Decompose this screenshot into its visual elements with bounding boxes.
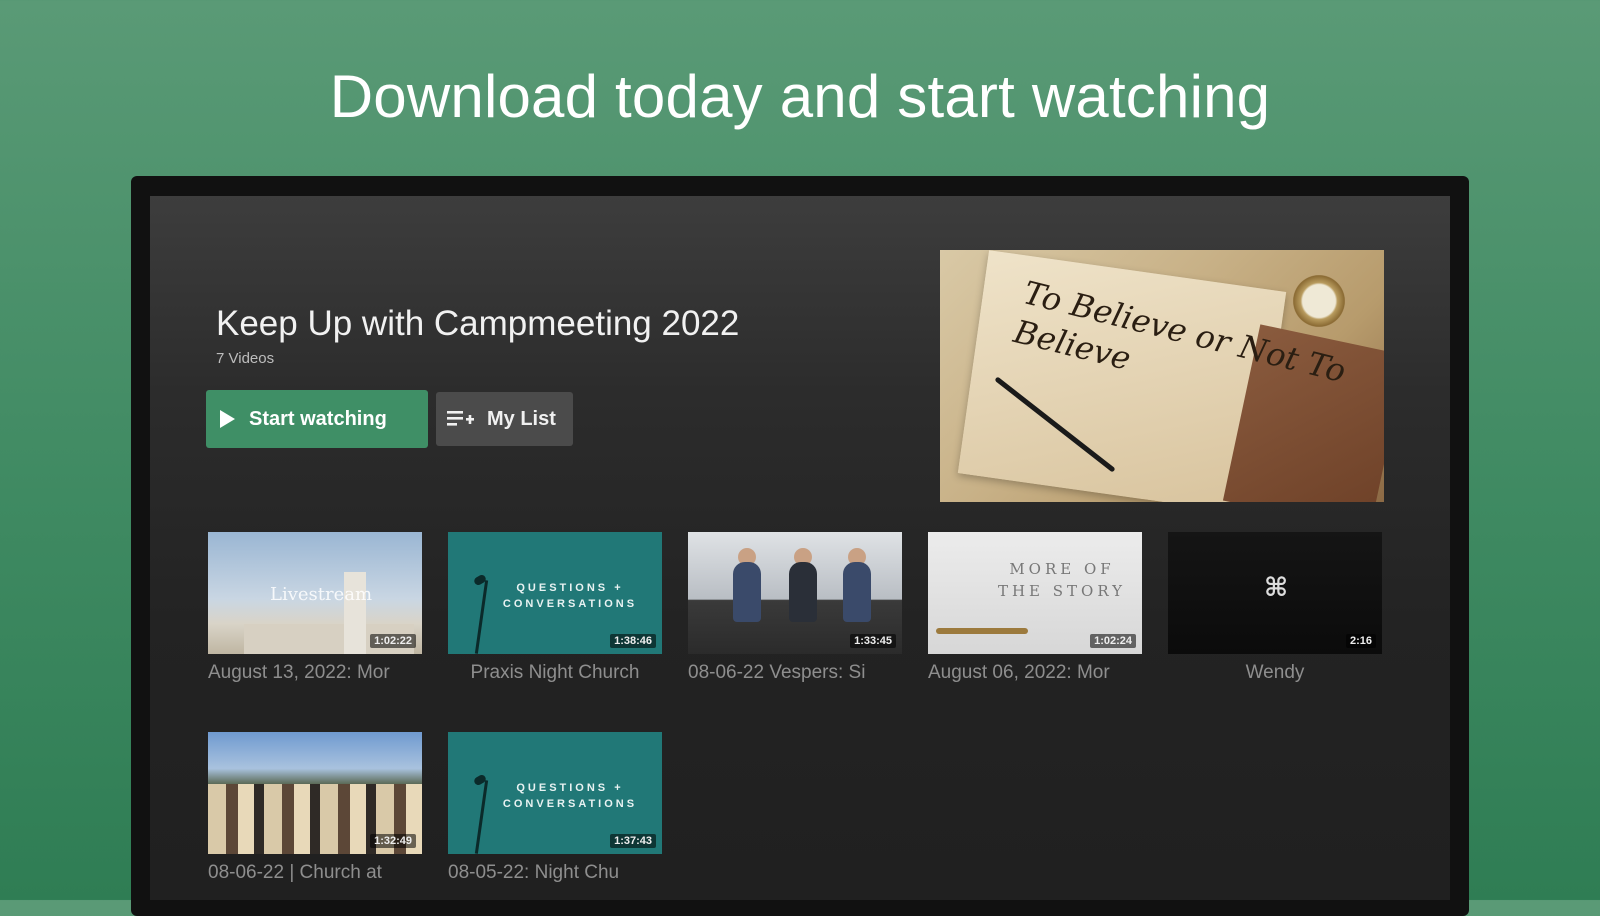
headline: Download today and start watching	[329, 63, 1271, 130]
thumb-text: QUESTIONS + CONVERSATIONS	[502, 782, 638, 810]
video-thumbnail: 1:33:45	[688, 532, 902, 654]
video-title: August 06, 2022: Mor	[928, 662, 1110, 683]
video-thumbnail: QUESTIONS + CONVERSATIONS 1:37:43	[448, 732, 662, 854]
start-watching-label: Start watching	[249, 407, 387, 430]
featured-artwork[interactable]: To Believe or Not To Believe	[940, 250, 1384, 502]
video-title: 08-05-22: Night Chu	[448, 862, 620, 883]
tv-screen: Keep Up with Campmeeting 2022 7 Videos S…	[150, 196, 1450, 900]
microphone-icon	[474, 780, 489, 854]
thumb-text: Livestream	[270, 584, 373, 605]
video-thumbnail: ⌘ 2:16	[1168, 532, 1382, 654]
duration-badge: 1:33:45	[850, 634, 896, 648]
video-thumbnail: QUESTIONS + CONVERSATIONS 1:38:46	[448, 532, 662, 654]
person-figure	[789, 562, 817, 622]
microphone-icon	[474, 580, 489, 654]
video-thumbnail: 1:32:49	[208, 732, 422, 854]
video-title: 08-06-22 | Church at	[208, 862, 382, 883]
video-tile[interactable]: MORE OF THE STORY 1:02:24 August 06, 202…	[928, 532, 1142, 684]
video-title: Wendy	[1245, 662, 1305, 683]
video-tile[interactable]: ⌘ 2:16 Wendy	[1168, 532, 1382, 684]
video-title: August 13, 2022: Mor	[208, 662, 390, 683]
thumb-text: MORE OF THE STORY	[997, 560, 1127, 600]
video-tile[interactable]: 1:32:49 08-06-22 | Church at	[208, 732, 422, 884]
person-figure	[843, 562, 871, 622]
play-icon	[220, 410, 235, 428]
video-count: 7 Videos	[216, 350, 275, 367]
video-tile[interactable]: 1:33:45 08-06-22 Vespers: Si	[688, 532, 902, 684]
duration-badge: 1:02:24	[1090, 634, 1136, 648]
video-row-2: 1:32:49 08-06-22 | Church at QUESTIONS +…	[208, 732, 662, 884]
duration-badge: 1:38:46	[610, 634, 656, 648]
person-figure	[733, 562, 761, 622]
video-thumbnail: MORE OF THE STORY 1:02:24	[928, 532, 1142, 654]
thumb-text: QUESTIONS + CONVERSATIONS	[502, 582, 638, 610]
fountain-pen-icon	[936, 628, 1028, 634]
video-tile[interactable]: QUESTIONS + CONVERSATIONS 1:37:43 08-05-…	[448, 732, 662, 884]
duration-badge: 1:02:22	[370, 634, 416, 648]
video-thumbnail: Livestream 1:02:22	[208, 532, 422, 654]
playlist-add-icon	[447, 411, 474, 426]
start-watching-button[interactable]: Start watching	[206, 390, 428, 448]
video-tile[interactable]: QUESTIONS + CONVERSATIONS 1:38:46 Praxis…	[448, 532, 662, 684]
compass-icon	[1290, 272, 1348, 330]
my-list-label: My List	[487, 407, 556, 430]
duration-badge: 1:32:49	[370, 834, 416, 848]
brand-logo-icon: ⌘	[1264, 572, 1289, 602]
my-list-button[interactable]: My List	[436, 392, 573, 446]
duration-badge: 2:16	[1345, 634, 1376, 648]
video-title: 08-06-22 Vespers: Si	[688, 662, 866, 683]
video-tile[interactable]: Livestream 1:02:22 August 13, 2022: Mor	[208, 532, 422, 684]
video-row-1: Livestream 1:02:22 August 13, 2022: Mor …	[208, 532, 1382, 684]
hero-title: Keep Up with Campmeeting 2022	[216, 304, 740, 343]
video-title: Praxis Night Church	[470, 662, 640, 683]
duration-badge: 1:37:43	[610, 834, 656, 848]
